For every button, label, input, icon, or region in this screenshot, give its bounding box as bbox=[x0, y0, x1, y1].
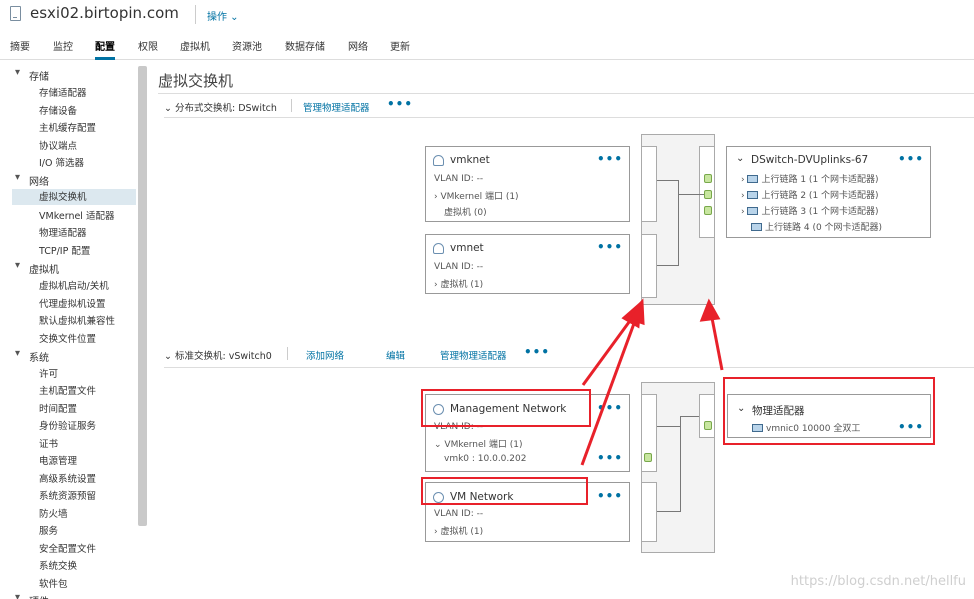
watermark: https://blog.csdn.net/hellfu bbox=[790, 574, 966, 589]
annotation-arrows bbox=[580, 298, 724, 466]
arrow-head-3 bbox=[699, 298, 721, 322]
arrow-line-3 bbox=[710, 317, 724, 371]
arrow-line-2 bbox=[580, 317, 638, 466]
